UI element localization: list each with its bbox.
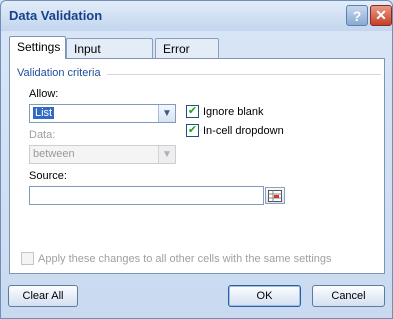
tab-settings-label: Settings	[17, 40, 61, 54]
help-icon: ?	[352, 7, 362, 24]
data-validation-dialog: Data Validation ? ✕ Settings Input Messa…	[0, 0, 393, 319]
allow-select[interactable]: List ▼	[29, 104, 176, 123]
ok-label: OK	[256, 290, 273, 302]
tab-settings[interactable]: Settings	[9, 36, 66, 59]
ok-button[interactable]: OK	[228, 285, 301, 307]
checkbox-empty-icon	[21, 252, 34, 265]
apply-to-all-label: Apply these changes to all other cells w…	[38, 252, 332, 265]
cancel-label: Cancel	[331, 290, 366, 302]
apply-to-all-checkbox: Apply these changes to all other cells w…	[21, 252, 332, 265]
dialog-body: Settings Input Message Error Alert Valid…	[5, 32, 388, 314]
ignore-blank-checkbox[interactable]: ✔ Ignore blank	[186, 105, 264, 118]
validation-criteria-heading: Validation criteria	[17, 67, 101, 79]
settings-panel: Validation criteria Allow: List ▼ ✔ Igno…	[9, 58, 385, 274]
help-button[interactable]: ?	[346, 5, 368, 26]
range-selector-button[interactable]	[265, 187, 285, 204]
in-cell-dropdown-label: In-cell dropdown	[203, 124, 284, 137]
in-cell-dropdown-checkbox[interactable]: ✔ In-cell dropdown	[186, 124, 284, 137]
chevron-down-icon: ▼	[158, 146, 175, 163]
source-label: Source:	[29, 170, 67, 182]
tab-error-alert[interactable]: Error Alert	[155, 38, 219, 70]
data-label: Data:	[29, 129, 56, 141]
range-selector-icon	[268, 189, 282, 202]
cancel-button[interactable]: Cancel	[312, 285, 385, 307]
clear-all-button[interactable]: Clear All	[8, 285, 78, 307]
allow-label: Allow:	[29, 88, 59, 100]
data-select: between ▼	[29, 145, 176, 164]
clear-all-label: Clear All	[22, 290, 64, 302]
title-bar: Data Validation ? ✕	[1, 1, 392, 31]
allow-selected-value: List	[33, 107, 55, 119]
data-selected-value: between	[33, 148, 75, 160]
group-divider	[107, 74, 381, 75]
checkmark-icon: ✔	[186, 105, 199, 118]
close-button[interactable]: ✕	[370, 5, 392, 26]
dialog-title: Data Validation	[9, 8, 103, 23]
tab-input-message[interactable]: Input Message	[66, 38, 153, 70]
ignore-blank-label: Ignore blank	[203, 105, 264, 118]
chevron-down-icon[interactable]: ▼	[158, 105, 175, 122]
close-icon: ✕	[375, 7, 387, 23]
checkmark-icon: ✔	[186, 124, 199, 137]
source-input[interactable]	[29, 186, 264, 205]
